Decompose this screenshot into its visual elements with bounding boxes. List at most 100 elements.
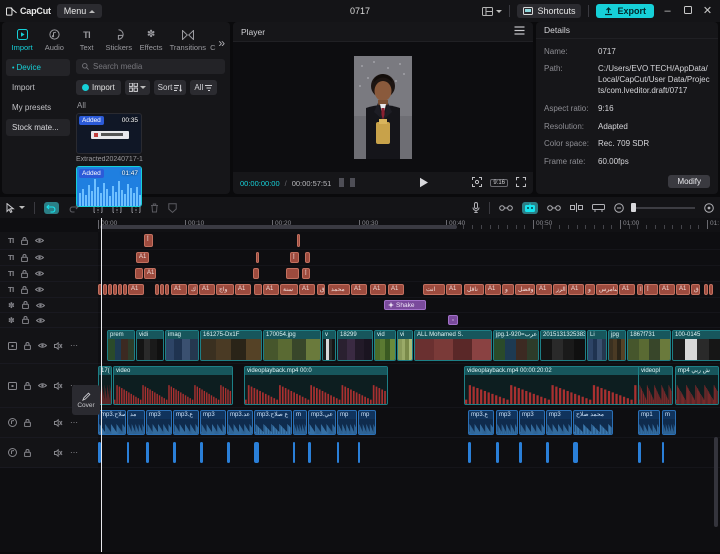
- video-clip[interactable]: 1867f731: [627, 330, 671, 361]
- audio-keyframe-marker[interactable]: [200, 442, 203, 463]
- lock-icon[interactable]: [24, 341, 31, 350]
- video-clip[interactable]: imag: [165, 330, 199, 361]
- audio-clip[interactable]: mp3: [146, 410, 172, 435]
- video-clip[interactable]: 161275-Dx1F: [200, 330, 262, 361]
- lane-text-4[interactable]: A1 A1 ك A1 واج A1 A1 سنة A1 ق محمد A1 A1 A1 انت A1 ناقل A…: [98, 282, 720, 298]
- video-playback-clip[interactable]: videoplayback.mp4 00:00:20:02: [464, 366, 654, 405]
- eye-icon[interactable]: [34, 270, 44, 277]
- media-thumbnail[interactable]: Added 01:47: [76, 166, 142, 207]
- text-clip[interactable]: A1: [299, 284, 315, 295]
- zoom-slider[interactable]: [631, 203, 695, 212]
- video-clip[interactable]: vid: [374, 330, 396, 361]
- cursor-select-icon[interactable]: [6, 202, 15, 213]
- text-clip[interactable]: A1: [351, 284, 367, 295]
- lock-icon[interactable]: [20, 236, 28, 245]
- text-clip[interactable]: A1: [568, 284, 584, 295]
- step-forward-icon[interactable]: [350, 177, 356, 189]
- player-stage[interactable]: [233, 42, 533, 172]
- zoom-slider-knob[interactable]: [631, 203, 636, 212]
- minimize-button[interactable]: –: [661, 6, 674, 17]
- text-clip[interactable]: A1: [128, 284, 144, 295]
- audio-clip[interactable]: mp1: [638, 410, 660, 435]
- text-clip[interactable]: انت: [423, 284, 445, 295]
- video-playback-clip[interactable]: videopl: [638, 366, 673, 405]
- more-options-icon[interactable]: ⋯: [70, 448, 78, 457]
- lock-icon[interactable]: [21, 301, 29, 309]
- text-clip[interactable]: [709, 284, 713, 295]
- more-options-icon[interactable]: ⋯: [70, 341, 78, 350]
- audio-keyframe-marker[interactable]: [227, 442, 230, 463]
- text-clip[interactable]: واج: [216, 284, 234, 295]
- lock-icon[interactable]: [20, 253, 28, 262]
- video-clip[interactable]: jpg: [608, 330, 626, 361]
- text-clip[interactable]: A1: [235, 284, 251, 295]
- effect-clip-shake[interactable]: Shake: [384, 300, 426, 310]
- playhead[interactable]: [101, 218, 102, 552]
- eye-icon[interactable]: [34, 286, 44, 293]
- audio-clip[interactable]: mp3.ع: [173, 410, 199, 435]
- video-playback-clip[interactable]: video: [113, 366, 233, 405]
- lane-text-2[interactable]: A1 أ: [98, 250, 720, 266]
- lock-icon[interactable]: [24, 381, 31, 390]
- zoom-slider-track[interactable]: [636, 206, 695, 209]
- play-button[interactable]: [419, 177, 429, 190]
- text-clip[interactable]: A1: [199, 284, 215, 295]
- crop-icon[interactable]: [472, 177, 483, 189]
- audio-keyframe-marker[interactable]: [173, 442, 176, 463]
- sidebar-item-import[interactable]: Import: [6, 79, 70, 96]
- horizontal-scrollbar[interactable]: [100, 225, 716, 229]
- text-clip[interactable]: A1: [485, 284, 501, 295]
- media-item[interactable]: Added 00:35 Extracted20240717-1: [76, 113, 225, 163]
- mute-icon[interactable]: [54, 341, 63, 350]
- close-button[interactable]: ✕: [701, 6, 714, 17]
- fullscreen-icon[interactable]: [516, 177, 526, 189]
- undo-button[interactable]: [44, 201, 59, 214]
- horizontal-scrollbar-thumb[interactable]: [100, 225, 458, 229]
- tab-effects[interactable]: ✽ Effects: [135, 26, 167, 55]
- mute-icon[interactable]: [54, 381, 63, 390]
- tab-audio[interactable]: Audio: [38, 26, 70, 55]
- text-clip[interactable]: A1: [446, 284, 462, 295]
- audio-clip[interactable]: mp3.ع: [468, 410, 494, 435]
- lock-icon[interactable]: [20, 269, 28, 278]
- text-clip[interactable]: أ: [302, 268, 310, 279]
- timeline[interactable]: 00:00 00:10 00:20 00:30 00:40 00:50 01:0…: [0, 218, 720, 552]
- audio-keyframe-marker[interactable]: [146, 442, 149, 463]
- text-clip[interactable]: ناقل: [464, 284, 484, 295]
- more-options-icon[interactable]: ⋯: [70, 418, 78, 427]
- video-clip[interactable]: vi: [397, 330, 413, 361]
- text-clip[interactable]: وفضل: [515, 284, 535, 295]
- import-button[interactable]: Import: [76, 80, 121, 95]
- auto-edit-button[interactable]: [522, 201, 538, 214]
- effect-clip[interactable]: [448, 315, 458, 325]
- audio-clip[interactable]: mp: [337, 410, 357, 435]
- text-clip[interactable]: [704, 284, 708, 295]
- eye-icon[interactable]: [38, 382, 47, 389]
- text-clip[interactable]: A1: [536, 284, 552, 295]
- unlink-button[interactable]: [499, 204, 513, 212]
- text-clip[interactable]: [165, 284, 169, 295]
- video-clip[interactable]: 2015131325383: [540, 330, 586, 361]
- text-clip[interactable]: A1: [144, 268, 156, 279]
- text-clip[interactable]: A1: [370, 284, 386, 295]
- audio-clip[interactable]: mp3: [496, 410, 518, 435]
- video-clip[interactable]: vidi: [136, 330, 164, 361]
- filter-button[interactable]: All: [190, 80, 218, 95]
- audio-keyframe-marker[interactable]: [293, 442, 295, 463]
- tool-dropdown-chevron-down-icon[interactable]: [19, 206, 25, 209]
- audio-clip[interactable]: m: [662, 410, 676, 435]
- audio-keyframe-marker[interactable]: [662, 442, 664, 463]
- chevron-double-right-icon[interactable]: »: [217, 32, 226, 50]
- tab-stickers[interactable]: Stickers: [103, 26, 135, 55]
- tab-import[interactable]: Import: [6, 26, 38, 55]
- text-clip[interactable]: [160, 284, 164, 295]
- lock-icon[interactable]: [21, 316, 29, 324]
- audio-clip[interactable]: mp3: [546, 410, 572, 435]
- audio-keyframe-marker[interactable]: [308, 442, 311, 463]
- view-mode-button[interactable]: [124, 80, 150, 95]
- video-clip[interactable]: ALL Mohamed S.: [414, 330, 492, 361]
- audio-keyframe-marker[interactable]: [358, 442, 360, 463]
- text-clip[interactable]: [118, 284, 122, 295]
- audio-clip[interactable]: mp: [358, 410, 376, 435]
- lane-effect-2[interactable]: [98, 313, 720, 328]
